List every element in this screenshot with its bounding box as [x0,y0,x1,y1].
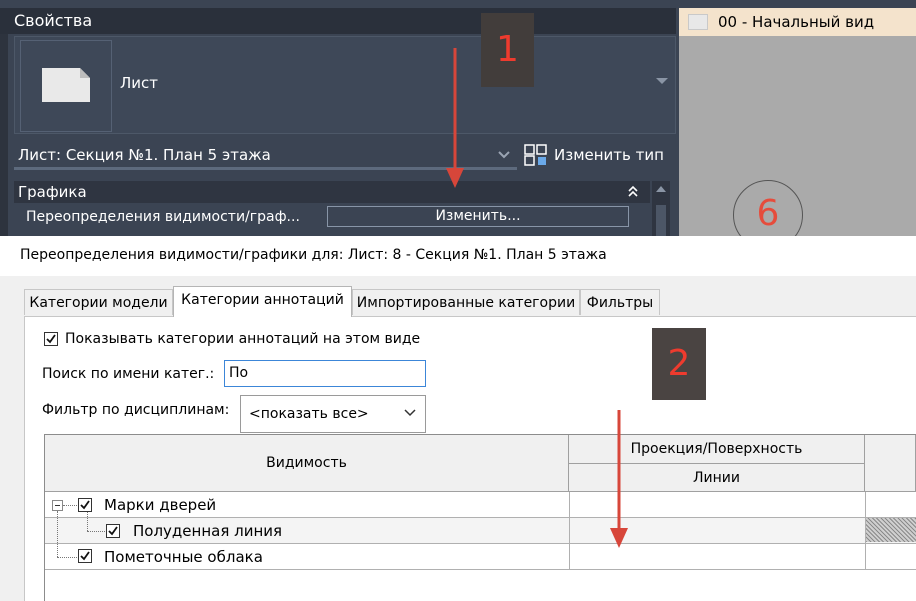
search-input[interactable]: По [224,360,426,387]
row-label: Полуденная линия [133,522,283,540]
tree-line [87,512,88,531]
row-checkbox[interactable] [106,524,120,538]
tab-filters[interactable]: Фильтры [580,289,660,315]
row-label: Пометочные облака [104,548,263,566]
type-name: Лист [120,74,159,92]
annotation-marker-2: 2 [652,328,706,400]
type-dropdown-arrow-icon[interactable] [656,78,668,84]
scrollbar-thumb[interactable] [656,205,666,236]
chevron-down-icon[interactable] [498,150,510,160]
scroll-up-icon[interactable] [656,186,666,192]
sheet-icon [42,68,90,102]
row-label: Марки дверей [104,496,217,514]
chevron-down-icon[interactable] [404,409,416,417]
edit-type-button[interactable]: Изменить тип [554,140,664,170]
tree-line [57,557,77,558]
tree-line [87,531,105,532]
tab-annotation-categories[interactable]: Категории аннотаций [173,286,352,317]
dialog-title: Переопределения видимости/графики для: Л… [20,247,607,263]
row-checkbox[interactable] [78,549,92,563]
column-divider [569,492,570,570]
collapse-icon[interactable] [626,184,640,198]
discipline-filter-select[interactable]: <показать все> [240,395,426,433]
tab-model-categories[interactable]: Категории модели [24,289,173,315]
grid-label: 6 [756,193,780,234]
type-selector[interactable] [14,36,676,134]
hatch-pattern-cell[interactable] [866,518,916,542]
annotation-marker-1: 1 [481,13,534,87]
search-label: Поиск по имени катег.: [42,366,215,382]
graphics-section-header[interactable]: Графика [14,181,650,203]
view-tab-label[interactable]: 00 - Начальный вид [718,8,874,36]
vg-overrides-label: Переопределения видимости/граф... [26,209,300,225]
show-annotation-label: Показывать категории аннотаций на этом в… [65,331,421,347]
collapse-tree-icon[interactable] [52,500,63,511]
properties-title: Свойства [0,8,676,34]
vg-overrides-edit-button[interactable]: Изменить... [327,206,629,227]
edit-type-icon[interactable] [524,144,548,166]
red-arrow-1 [446,48,464,188]
red-arrow-2 [610,410,628,548]
panel-left-strip [0,34,8,236]
show-annotation-checkbox[interactable] [44,332,58,346]
row-checkbox[interactable] [78,498,92,512]
view-tab-icon [688,14,708,30]
tree-line [63,505,77,506]
col-header-visibility[interactable]: Видимость [45,435,569,492]
instance-selector[interactable]: Лист: Секция №1. План 5 этажа [14,140,517,170]
discipline-filter-label: Фильтр по дисциплинам: [42,402,230,418]
col-header-next[interactable] [865,435,916,492]
tree-line [57,511,58,557]
tab-imported-categories[interactable]: Импортированные категории [352,289,580,315]
